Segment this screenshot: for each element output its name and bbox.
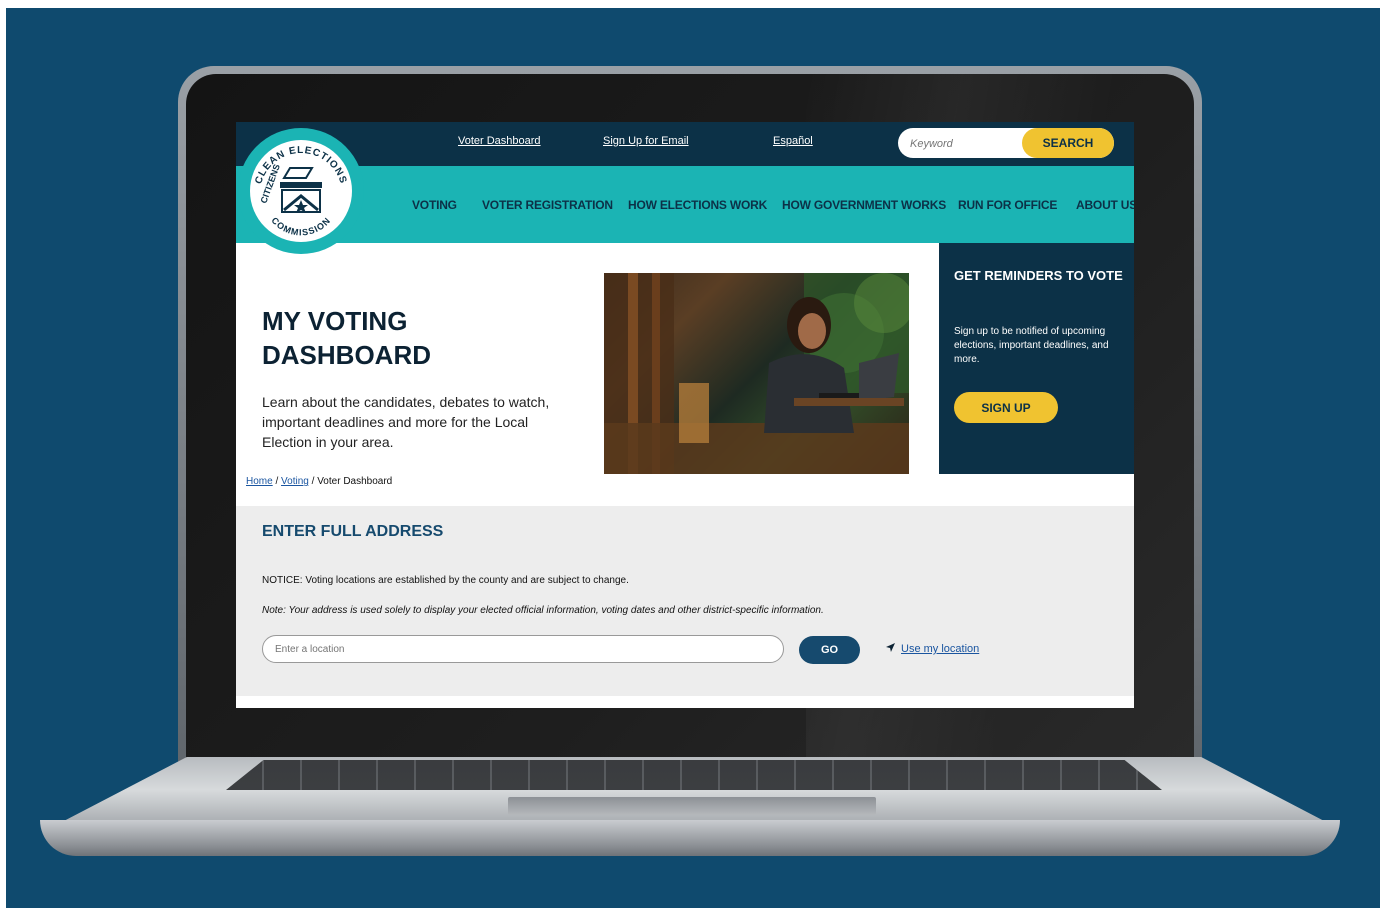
breadcrumb-home[interactable]: Home xyxy=(246,476,273,487)
link-sign-up-email[interactable]: Sign Up for Email xyxy=(603,135,689,147)
note-text: Note: Your address is used solely to dis… xyxy=(262,605,824,616)
reminder-text: Sign up to be notified of upcoming elect… xyxy=(954,326,1109,365)
nav-voter-registration[interactable]: VOTER REGISTRATION xyxy=(482,198,613,212)
nav-how-government-works[interactable]: HOW GOVERNMENT WORKS xyxy=(782,198,946,212)
notice-text: NOTICE: Voting locations are established… xyxy=(262,575,629,586)
svg-text:COMMISSION: COMMISSION xyxy=(269,215,332,237)
use-my-location-link[interactable]: Use my location xyxy=(886,643,979,655)
laptop-hinge-notch xyxy=(508,797,876,815)
seal-arc-bottom: COMMISSION xyxy=(269,215,331,237)
laptop-screen: Voter Dashboard Sign Up for Email Españo… xyxy=(236,122,1134,708)
address-panel: ENTER FULL ADDRESS NOTICE: Voting locati… xyxy=(236,506,1134,696)
hero-image xyxy=(604,273,909,474)
breadcrumb-voting[interactable]: Voting xyxy=(281,476,309,487)
utility-bar: Voter Dashboard Sign Up for Email Españo… xyxy=(236,122,1134,166)
sign-up-button[interactable]: SIGN UP xyxy=(954,392,1058,423)
link-espanol[interactable]: Español xyxy=(773,135,813,147)
search-box: SEARCH xyxy=(898,128,1114,158)
link-voter-dashboard[interactable]: Voter Dashboard xyxy=(458,135,541,147)
main-nav: VOTING VOTER REGISTRATION HOW ELECTIONS … xyxy=(236,166,1134,243)
laptop-base-front xyxy=(40,820,1340,856)
hero-description: Learn about the candidates, debates to w… xyxy=(262,394,550,450)
search-button[interactable]: SEARCH xyxy=(1022,128,1114,158)
nav-run-for-office[interactable]: RUN FOR OFFICE xyxy=(958,198,1057,212)
navigation-arrow-icon xyxy=(886,643,895,655)
go-button[interactable]: GO xyxy=(799,636,860,664)
laptop-keyboard xyxy=(226,760,1162,790)
breadcrumb: Home / Voting / Voter Dashboard xyxy=(246,476,393,487)
nav-about-us[interactable]: ABOUT US xyxy=(1076,198,1134,212)
address-title: ENTER FULL ADDRESS xyxy=(262,523,444,540)
person-at-laptop-illustration xyxy=(604,273,909,474)
page-title: MY VOTING DASHBOARD xyxy=(262,306,431,370)
reminder-title: GET REMINDERS TO VOTE xyxy=(954,268,1123,283)
use-my-location-label: Use my location xyxy=(901,643,980,655)
location-input[interactable] xyxy=(262,635,784,663)
reminder-panel: GET REMINDERS TO VOTE Sign up to be noti… xyxy=(939,243,1134,474)
breadcrumb-current: Voter Dashboard xyxy=(317,476,393,487)
site-logo[interactable]: CLEAN ELECTIONS CITIZENS COMMISSION xyxy=(238,128,364,254)
nav-voting[interactable]: VOTING xyxy=(412,198,457,212)
seal-icon: CLEAN ELECTIONS CITIZENS COMMISSION xyxy=(253,145,347,238)
search-input[interactable] xyxy=(908,132,1022,156)
ballot-box-icon xyxy=(280,167,322,213)
nav-how-elections-work[interactable]: HOW ELECTIONS WORK xyxy=(628,198,767,212)
